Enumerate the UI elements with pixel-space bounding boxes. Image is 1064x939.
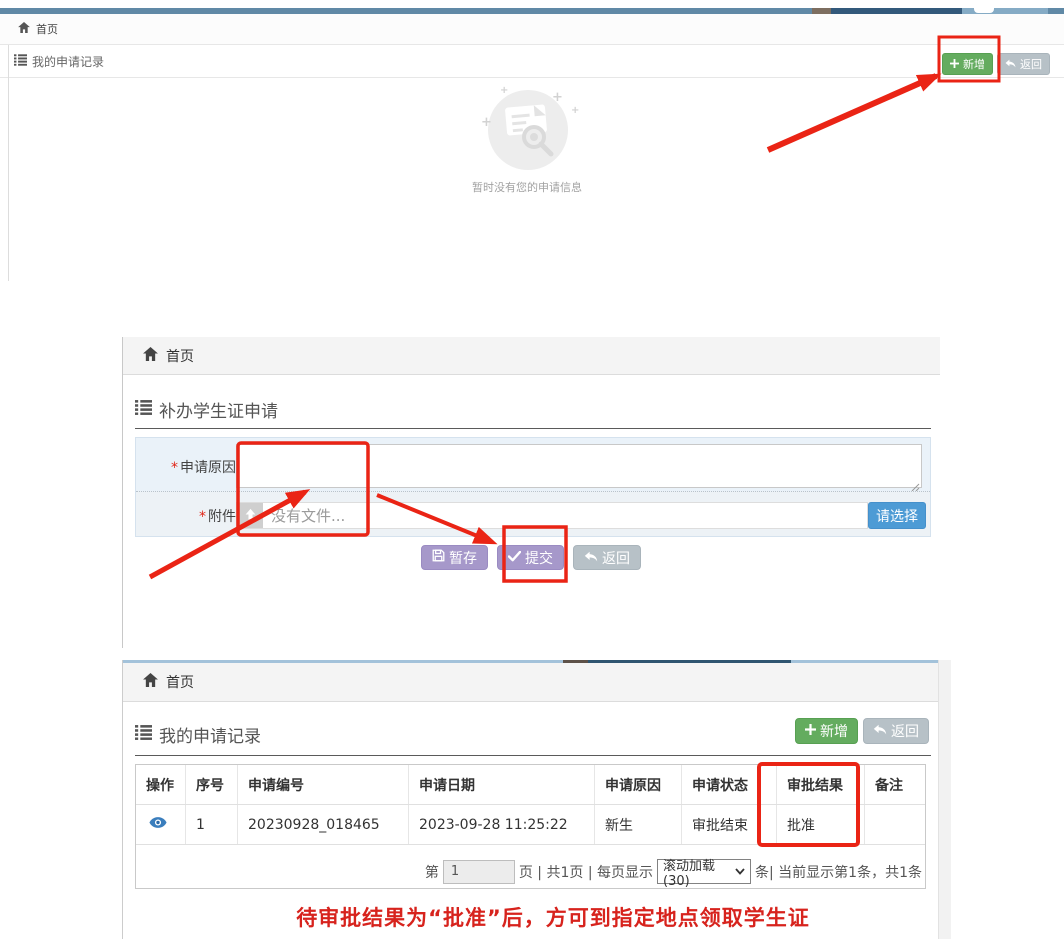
upload-icon: [244, 506, 257, 525]
add-button-label: 新增: [820, 721, 848, 741]
breadcrumb: 首页: [123, 337, 940, 375]
col-header: 申请日期: [409, 765, 595, 804]
submit-button[interactable]: 提交: [497, 545, 564, 570]
check-icon: [508, 550, 521, 566]
page-size-select[interactable]: 滚动加载(30): [657, 859, 751, 884]
breadcrumb: 首页: [123, 663, 938, 702]
form-row-attachment: *附件 没有文件... 请选择: [136, 491, 930, 536]
panel-apply-form: 首页 补办学生证申请 *申请原因: [122, 337, 940, 648]
panel-records-table: 首页 我的申请记录 新增: [122, 660, 938, 939]
page-title: 补办学生证申请: [159, 397, 278, 422]
reason-label-text: 申请原因: [180, 460, 236, 476]
reply-icon: [1005, 58, 1016, 71]
reason-label: *申请原因: [136, 457, 236, 477]
sparkle-icon: +: [500, 85, 508, 96]
add-button[interactable]: 新增: [795, 718, 858, 744]
add-button-label: 新增: [963, 56, 985, 72]
floppy-icon: [432, 549, 445, 566]
empty-state-message: 暂时没有您的申请信息: [427, 179, 627, 195]
table-header-row: 操作 序号 申请编号 申请日期 申请原因 申请状态 审批结果 备注: [136, 765, 925, 805]
breadcrumb: 首页: [0, 14, 1064, 45]
file-placeholder: 没有文件...: [263, 505, 345, 526]
cell-result: 批准: [777, 805, 865, 844]
attachment-label-text: 附件: [208, 509, 236, 525]
section-header: 补办学生证申请: [135, 397, 278, 422]
return-label: 返回: [602, 548, 630, 568]
col-header: 审批结果: [777, 765, 865, 804]
col-header: 操作: [136, 765, 186, 804]
sparkle-icon: +: [571, 105, 579, 116]
pagination-label-mid: 页 | 共1页 | 每页显示: [519, 862, 653, 882]
breadcrumb-home-link[interactable]: 首页: [166, 672, 194, 692]
panel-my-records-empty: 首页 我的申请记录 新增: [0, 8, 1064, 285]
section-header: 我的申请记录: [135, 722, 261, 747]
page-title: 我的申请记录: [159, 722, 261, 747]
home-icon: [143, 673, 158, 691]
reply-icon: [584, 550, 598, 566]
title-divider: [135, 428, 931, 429]
back-button-label: 返回: [1020, 56, 1042, 72]
col-header: 申请原因: [595, 765, 682, 804]
pagination-label-page: 第: [425, 862, 439, 882]
panel-left-border: [8, 45, 9, 281]
back-button[interactable]: 返回: [863, 718, 929, 744]
browser-tab-notch: [974, 8, 994, 13]
cell-app-no: 20230928_018465: [238, 805, 409, 844]
choose-file-button[interactable]: 请选择: [868, 502, 926, 529]
list-icon: [135, 725, 152, 745]
scrollbar-track[interactable]: [938, 660, 951, 939]
back-button-label: 返回: [891, 721, 919, 741]
save-draft-label: 暂存: [449, 548, 477, 568]
home-icon: [143, 347, 158, 365]
page-number-input[interactable]: [443, 860, 515, 884]
col-header: 序号: [186, 765, 238, 804]
reply-icon: [873, 723, 887, 739]
page-size-value: 滚动加载(30): [663, 855, 735, 889]
page-title: 我的申请记录: [32, 53, 104, 70]
sparkle-icon: +: [552, 90, 563, 105]
title-divider: [135, 755, 931, 756]
required-mark: *: [171, 460, 178, 476]
sparkle-icon: +: [481, 115, 492, 130]
plus-icon: [805, 723, 816, 739]
view-record-eye-icon[interactable]: [149, 816, 167, 833]
col-header: 申请状态: [682, 765, 777, 804]
breadcrumb-home-link[interactable]: 首页: [36, 21, 58, 37]
breadcrumb-home-link[interactable]: 首页: [166, 346, 194, 366]
pagination-bar: 第 页 | 共1页 | 每页显示 滚动加载(30) 条| 当前显示第1条，共1条: [136, 859, 925, 888]
tutorial-page: 首页 我的申请记录 新增: [0, 0, 1064, 939]
cell-reason: 新生: [595, 805, 682, 844]
chevron-down-icon: [735, 864, 745, 879]
annotation-note: 待审批结果为“批准”后，方可到指定地点领取学生证: [173, 902, 933, 932]
add-button[interactable]: 新增: [942, 53, 993, 75]
return-button[interactable]: 返回: [573, 545, 641, 570]
reason-textarea[interactable]: [236, 444, 922, 488]
plus-icon: [950, 58, 959, 71]
section-header: 我的申请记录: [0, 45, 1064, 78]
list-icon: [135, 400, 152, 420]
browser-top-strip: [123, 660, 938, 663]
cell-status: 审批结束: [682, 805, 777, 844]
save-draft-button[interactable]: 暂存: [421, 545, 488, 570]
attachment-label: *附件: [136, 506, 236, 526]
table-row: 1 20230928_018465 2023-09-28 11:25:22 新生…: [136, 805, 925, 845]
home-icon: [18, 22, 30, 36]
list-icon: [14, 54, 27, 69]
col-header: 备注: [865, 765, 925, 804]
records-table: 操作 序号 申请编号 申请日期 申请原因 申请状态 审批结果 备注 1 2023…: [135, 764, 926, 889]
form-row-reason: *申请原因: [136, 438, 930, 491]
required-mark: *: [199, 509, 206, 525]
choose-file-label: 请选择: [876, 506, 918, 526]
cell-date: 2023-09-28 11:25:22: [409, 805, 595, 844]
application-form: *申请原因 *附件 没有文件... 请选择: [135, 437, 931, 537]
upload-button[interactable]: [237, 503, 263, 528]
pagination-label-tail: 条| 当前显示第1条，共1条: [755, 862, 922, 882]
col-header: 申请编号: [238, 765, 409, 804]
file-input[interactable]: 没有文件...: [236, 502, 868, 529]
cell-remark: [865, 805, 925, 844]
submit-label: 提交: [525, 548, 553, 568]
back-button[interactable]: 返回: [997, 53, 1050, 75]
cell-seq: 1: [186, 805, 238, 844]
